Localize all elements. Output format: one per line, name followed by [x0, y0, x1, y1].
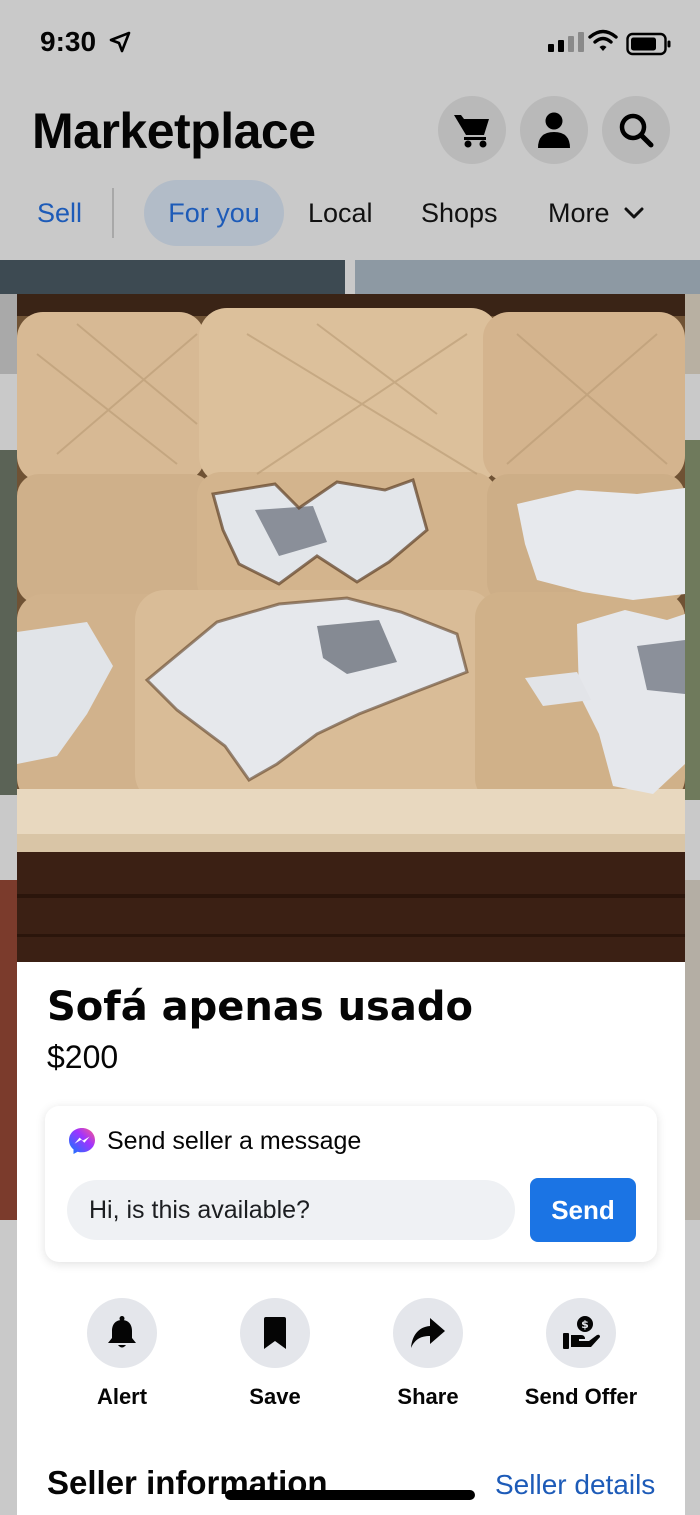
background-listing-image — [355, 260, 700, 294]
cart-button[interactable] — [438, 96, 506, 164]
save-icon-circle — [240, 1298, 310, 1368]
share-icon — [411, 1318, 445, 1348]
battery-icon — [626, 32, 671, 56]
message-seller-header: Send seller a message — [67, 1126, 361, 1156]
send-offer-icon-circle: $ — [546, 1298, 616, 1368]
wifi-icon — [588, 29, 618, 51]
send-offer-button[interactable]: $ Send Offer — [506, 1298, 656, 1410]
background-listing-image — [0, 450, 17, 795]
search-button[interactable] — [602, 96, 670, 164]
message-seller-heading: Send seller a message — [107, 1126, 362, 1155]
listing-photo[interactable] — [17, 294, 685, 962]
category-tabs: Sell For you Local Shops More — [0, 180, 700, 246]
tab-local[interactable]: Local — [308, 180, 373, 246]
alert-button[interactable]: Alert — [47, 1298, 197, 1410]
alert-label: Alert — [96, 1384, 148, 1409]
background-listing-image — [0, 260, 345, 294]
home-indicator[interactable] — [225, 1490, 475, 1500]
tab-shops[interactable]: Shops — [421, 180, 498, 246]
background-listing-image — [685, 294, 700, 374]
location-arrow-icon — [109, 31, 131, 53]
send-offer-icon: $ — [563, 1316, 600, 1349]
status-time: 9:30 — [40, 26, 97, 57]
seller-details-link[interactable]: Seller details — [495, 1469, 655, 1501]
tab-divider — [112, 188, 114, 238]
person-icon — [538, 112, 570, 148]
share-icon-circle — [393, 1298, 463, 1368]
tab-more[interactable]: More — [548, 180, 644, 246]
save-button[interactable]: Save — [200, 1298, 350, 1410]
alert-icon-circle — [87, 1298, 157, 1368]
message-seller-box: Send seller a message Send — [45, 1106, 657, 1262]
messenger-icon — [69, 1128, 95, 1154]
cart-icon — [454, 115, 489, 148]
page-title: Marketplace — [32, 103, 316, 159]
bookmark-icon — [264, 1317, 286, 1349]
tab-more-label: More — [548, 197, 610, 228]
search-icon — [619, 113, 654, 148]
listing-title: Sofá apenas usado — [47, 984, 473, 1030]
profile-button[interactable] — [520, 96, 588, 164]
share-label: Share — [397, 1384, 459, 1409]
listing-card: Sofá apenas usado $200 Send seller a mes… — [17, 294, 685, 1515]
background-listing-image — [685, 440, 700, 800]
send-button[interactable]: Send — [530, 1178, 636, 1242]
status-bar: 9:30 — [0, 0, 700, 90]
bell-icon — [108, 1316, 136, 1348]
share-button[interactable]: Share — [353, 1298, 503, 1410]
background-listing-image — [0, 880, 17, 1220]
background-listing-image — [0, 294, 17, 374]
background-listing-image — [685, 880, 700, 1220]
chevron-down-icon — [624, 207, 644, 219]
listing-price: $200 — [47, 1039, 119, 1075]
save-label: Save — [249, 1384, 301, 1409]
svg-text:$: $ — [581, 1318, 589, 1331]
cellular-signal-icon — [548, 32, 584, 52]
send-offer-label: Send Offer — [524, 1384, 638, 1409]
message-input[interactable] — [67, 1180, 515, 1240]
tab-sell[interactable]: Sell — [37, 180, 82, 246]
listing-actions: Alert Save Share $ Send Offer — [17, 1298, 685, 1410]
tab-for-you[interactable]: For you — [144, 180, 284, 246]
